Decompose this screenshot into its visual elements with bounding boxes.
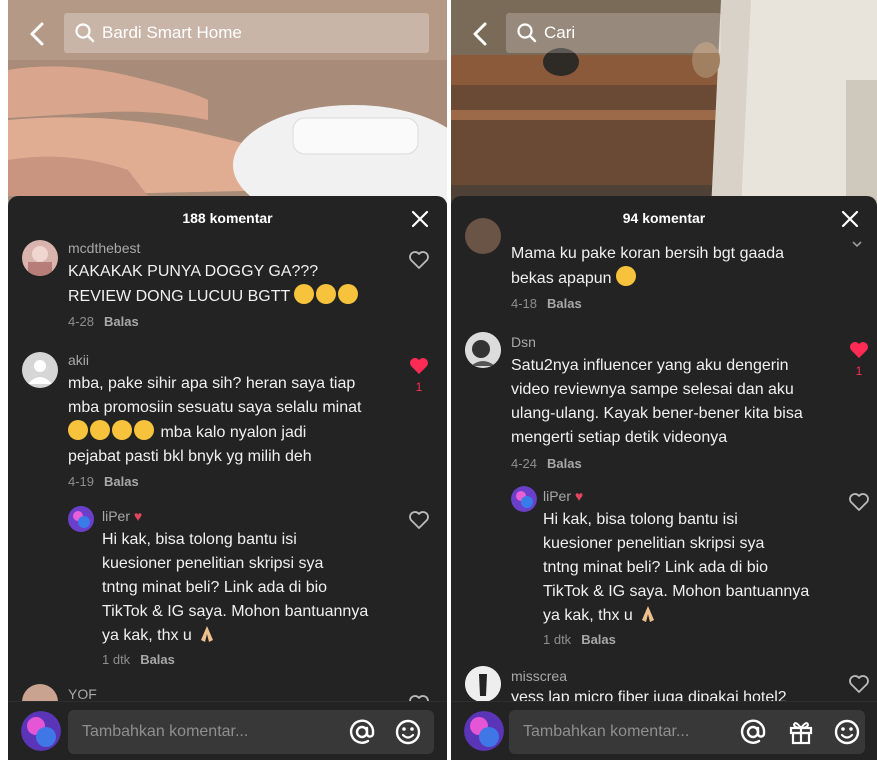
comment-username[interactable]: akii — [68, 352, 89, 368]
comment-text: Hi kak, bisa tolong bantu isi kuesioner … — [543, 511, 810, 624]
emoji-icon[interactable] — [394, 718, 422, 746]
laughing-emoji-icon — [294, 284, 315, 304]
reply-button[interactable]: Balas — [104, 474, 139, 489]
comments-header: 188 komentar — [8, 196, 447, 240]
comment-username[interactable]: mcdthebest — [68, 240, 140, 256]
crying-emoji-icon — [90, 420, 110, 440]
avatar[interactable] — [465, 332, 501, 368]
comment-input-bar: Tambahkan komentar... — [8, 701, 447, 760]
mention-icon[interactable] — [348, 718, 376, 746]
search-icon — [75, 23, 95, 43]
chevron-down-icon[interactable] — [851, 240, 863, 250]
reply-button[interactable]: Balas — [581, 632, 616, 647]
search-text: Cari — [544, 23, 576, 42]
right-screen: Cari 94 komentar Mama ku pake koran bers… — [451, 0, 877, 760]
crying-emoji-icon — [68, 420, 88, 440]
avatar[interactable] — [465, 218, 501, 254]
reply-item: liPer ♥ Hi kak, bisa tolong bantu isi ku… — [8, 506, 447, 676]
reply-item: liPer ♥ Hi kak, bisa tolong bantu isi ku… — [451, 486, 877, 656]
comment-text: Hi kak, bisa tolong bantu isi kuesioner … — [102, 531, 369, 644]
search-text: Bardi Smart Home — [102, 23, 242, 42]
emoji-icon[interactable] — [833, 718, 861, 746]
like-count: 1 — [855, 364, 863, 378]
comment-item: Dsn Satu2nya influencer yang aku dengeri… — [451, 332, 877, 472]
search-bar[interactable]: Bardi Smart Home — [64, 13, 429, 53]
comment-meta: 4-28 Balas — [68, 314, 139, 329]
laughing-emoji-icon — [316, 284, 337, 304]
comment-meta: 4-18 Balas — [511, 296, 582, 311]
close-icon[interactable] — [841, 210, 859, 228]
comment-text: mba, pake sihir apa sih? heran saya tiap… — [68, 375, 362, 465]
comment-username[interactable]: liPer ♥ — [102, 508, 142, 524]
avatar[interactable] — [465, 666, 501, 702]
like-count: 1 — [415, 380, 423, 394]
video-background: Bardi Smart Home — [8, 0, 447, 210]
comment-item: Mama ku pake koran bersih bgt gaada beka… — [451, 218, 877, 316]
reply-button[interactable]: Balas — [547, 296, 582, 311]
mention-icon[interactable] — [739, 718, 767, 746]
laughing-emoji-icon — [338, 284, 359, 304]
reply-button[interactable]: Balas — [140, 652, 175, 667]
comment-username[interactable]: YOF — [68, 686, 97, 702]
comments-header: 94 komentar — [451, 196, 877, 240]
avatar[interactable] — [22, 240, 58, 276]
avatar[interactable] — [511, 486, 537, 512]
back-icon[interactable] — [467, 20, 495, 48]
search-icon — [517, 23, 537, 43]
comment-item: akii mba, pake sihir apa sih? heran saya… — [8, 352, 447, 492]
comment-username[interactable]: misscrea — [511, 668, 567, 684]
crying-emoji-icon — [615, 266, 636, 286]
heart-filled-icon[interactable] — [847, 338, 871, 362]
comment-meta: 1 dtk Balas — [543, 632, 616, 647]
comments-sheet: 188 komentar mcdthebest KAKAKAK PUNYA DO… — [8, 196, 447, 760]
crying-emoji-icon — [134, 420, 154, 440]
heart-outline-icon[interactable] — [407, 248, 431, 272]
search-bar[interactable]: Cari — [506, 13, 721, 53]
heart-outline-icon[interactable] — [847, 672, 871, 696]
crying-emoji-icon — [112, 420, 132, 440]
avatar[interactable] — [22, 352, 58, 388]
comment-count: 94 komentar — [622, 210, 706, 226]
comments-sheet: 94 komentar Mama ku pake koran bersih bg… — [451, 196, 877, 760]
comment-input-placeholder: Tambahkan komentar... — [82, 723, 249, 740]
reply-button[interactable]: Balas — [104, 314, 139, 329]
comment-meta: 1 dtk Balas — [102, 652, 175, 667]
comment-input[interactable]: Tambahkan komentar... — [68, 710, 434, 754]
my-avatar — [21, 711, 61, 751]
left-screen: Bardi Smart Home 188 komentar mcdthebest… — [8, 0, 447, 760]
comment-username[interactable]: Dsn — [511, 334, 536, 350]
comment-count: 188 komentar — [182, 210, 273, 226]
comment-meta: 4-19 Balas — [68, 474, 139, 489]
heart-emoji-icon: ♥ — [133, 508, 143, 524]
comment-input-bar: Tambahkan komentar... — [451, 701, 877, 760]
avatar[interactable] — [68, 506, 94, 532]
my-avatar — [464, 711, 504, 751]
praying-hands-emoji-icon — [642, 606, 655, 622]
comment-meta: 4-24 Balas — [511, 456, 582, 471]
comment-text: KAKAKAK PUNYA DOGGY GA??? REVIEW DONG LU… — [68, 260, 398, 309]
comment-text: Mama ku pake koran bersih bgt gaada beka… — [511, 245, 785, 287]
heart-emoji-icon: ♥ — [574, 488, 584, 504]
heart-outline-icon[interactable] — [407, 508, 431, 532]
praying-hands-emoji-icon — [201, 626, 214, 642]
comment-text: Satu2nya influencer yang aku dengerin vi… — [511, 357, 803, 446]
close-icon[interactable] — [411, 210, 429, 228]
comment-input-placeholder: Tambahkan komentar... — [523, 723, 690, 740]
gift-icon[interactable] — [787, 718, 815, 746]
video-background: Cari — [451, 0, 877, 210]
heart-outline-icon[interactable] — [847, 490, 871, 514]
reply-button[interactable]: Balas — [547, 456, 582, 471]
back-icon[interactable] — [24, 20, 52, 48]
comment-username[interactable]: liPer ♥ — [543, 488, 583, 504]
comment-item: mcdthebest KAKAKAK PUNYA DOGGY GA??? REV… — [8, 240, 447, 336]
heart-filled-icon[interactable] — [407, 354, 431, 378]
